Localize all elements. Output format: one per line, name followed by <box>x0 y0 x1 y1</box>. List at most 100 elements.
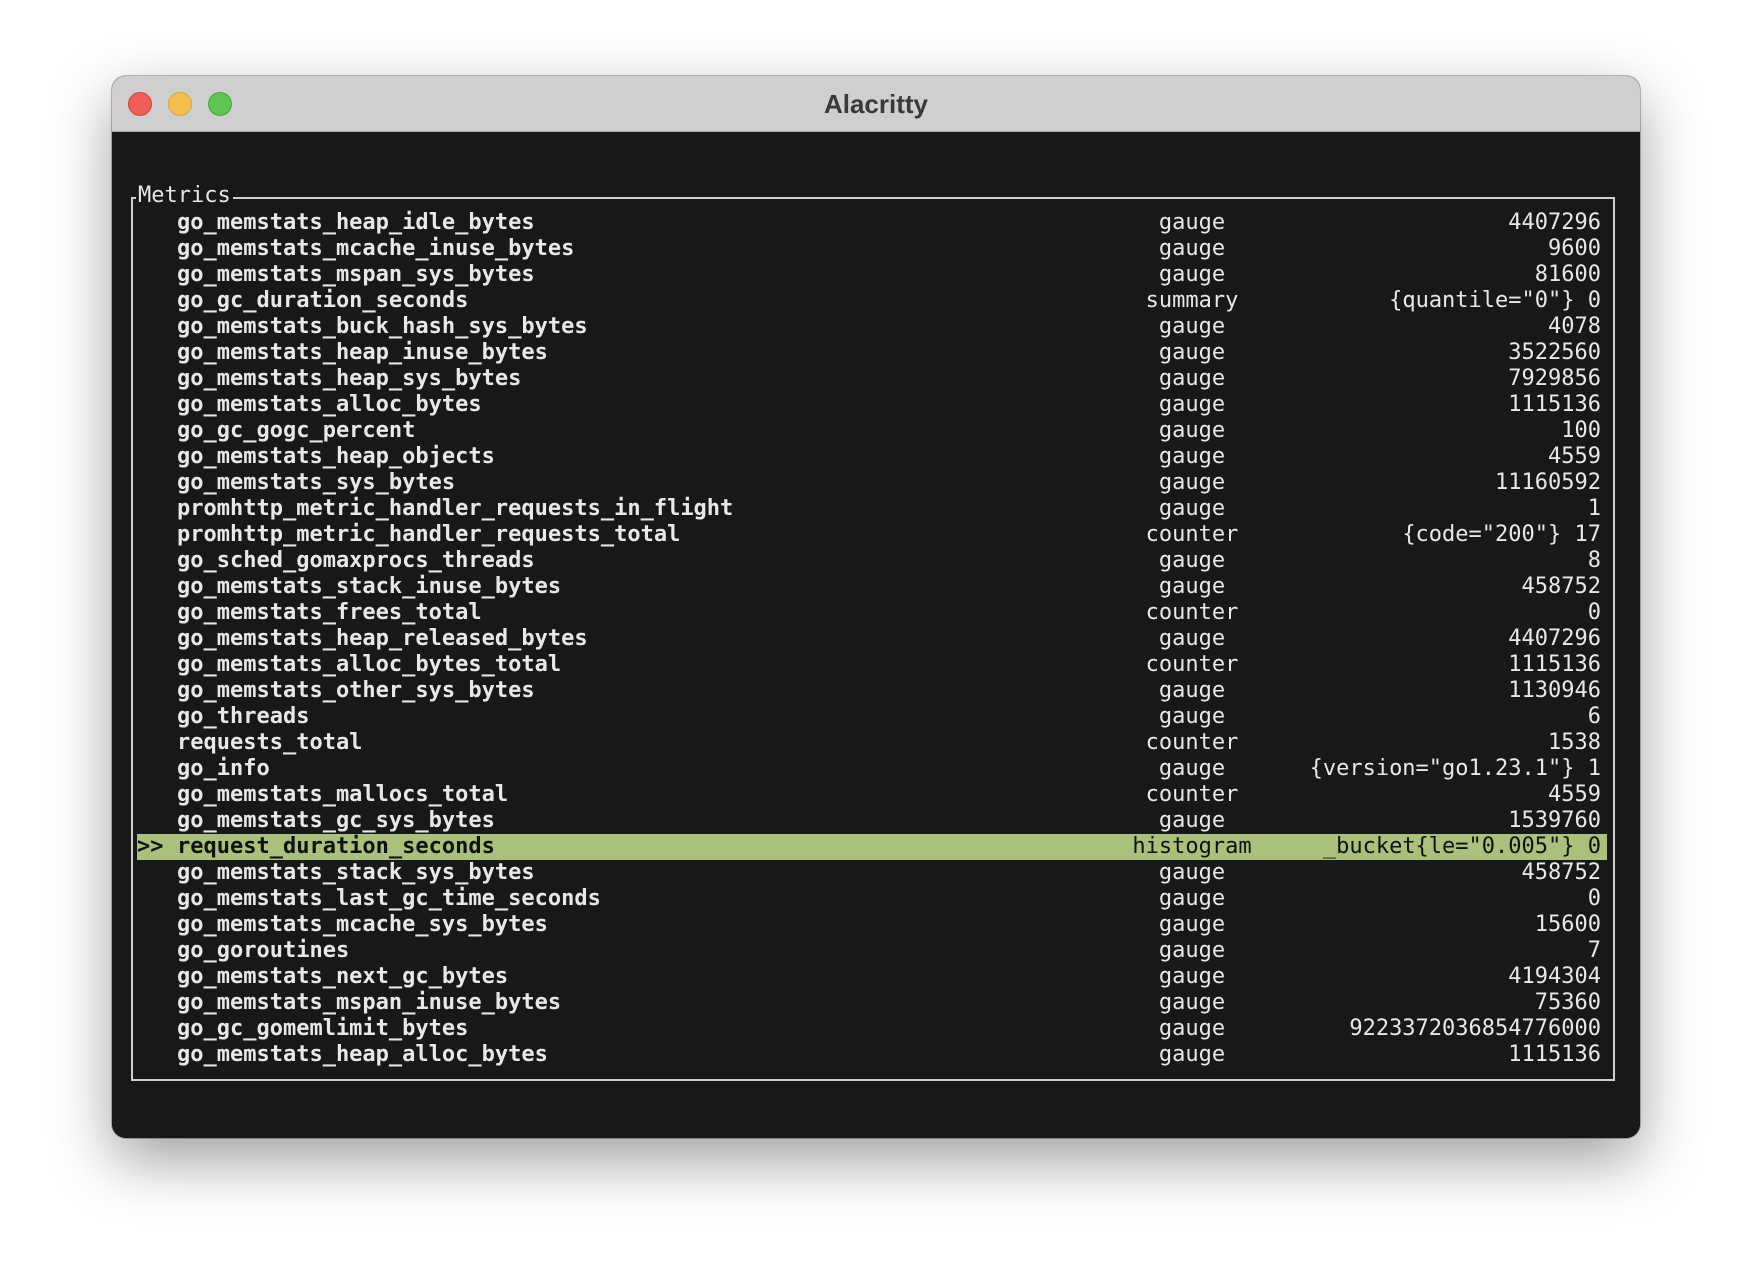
metric-row[interactable]: go_memstats_heap_idle_bytes gauge 4407296 <box>137 210 1607 236</box>
metric-row[interactable]: go_memstats_alloc_bytes gauge 1115136 <box>137 392 1607 418</box>
metric-row[interactable]: go_threads gauge 6 <box>137 704 1607 730</box>
metric-row[interactable]: go_memstats_heap_released_bytes gauge 4407… <box>137 626 1607 652</box>
metric-row[interactable]: go_gc_duration_seconds summary {quantile="… <box>137 288 1607 314</box>
metric-value: 4559 <box>1548 444 1601 469</box>
metric-row[interactable]: go_memstats_gc_sys_bytes gauge 1539760 <box>137 808 1607 834</box>
selection-marker: >> <box>137 834 164 859</box>
metric-value: 3522560 <box>1508 340 1601 365</box>
metric-value: {version="go1.23.1"} 1 <box>1309 756 1601 781</box>
metric-value: 4559 <box>1548 782 1601 807</box>
metric-row[interactable]: go_memstats_heap_objects gauge 4559 <box>137 444 1607 470</box>
metrics-list[interactable]: go_memstats_heap_idle_bytes gauge 4407296 g… <box>137 210 1607 1068</box>
metric-name: requests_total <box>177 730 363 755</box>
metric-type: counter <box>1145 652 1239 677</box>
metric-name: go_threads <box>177 704 310 729</box>
metric-name: go_info <box>177 756 270 781</box>
metric-name: go_sched_gomaxprocs_threads <box>177 548 535 573</box>
metric-type: gauge <box>1158 574 1226 599</box>
metric-value: 4078 <box>1548 314 1601 339</box>
metric-name: go_memstats_heap_alloc_bytes <box>177 1042 548 1067</box>
metric-value: 1539760 <box>1508 808 1601 833</box>
title-bar[interactable]: Alacritty <box>112 76 1640 132</box>
metric-value: 81600 <box>1534 262 1601 287</box>
metric-value: 15600 <box>1534 912 1601 937</box>
metric-row[interactable]: go_memstats_mcache_inuse_bytes gauge 9600 <box>137 236 1607 262</box>
metric-row[interactable]: go_goroutines gauge 7 <box>137 938 1607 964</box>
metric-row[interactable]: go_memstats_other_sys_bytes gauge 1130946 <box>137 678 1607 704</box>
metric-type: gauge <box>1158 860 1226 885</box>
metric-row[interactable]: go_memstats_sys_bytes gauge 11160592 <box>137 470 1607 496</box>
metric-row[interactable]: go_memstats_mcache_sys_bytes gauge 15600 <box>137 912 1607 938</box>
metric-value: 8 <box>1587 548 1601 573</box>
metric-type: gauge <box>1158 990 1226 1015</box>
metric-value: 7 <box>1587 938 1601 963</box>
metric-name: go_memstats_gc_sys_bytes <box>177 808 495 833</box>
metric-name: promhttp_metric_handler_requests_in_flig… <box>177 496 734 521</box>
metric-value: {code="200"} 17 <box>1402 522 1601 547</box>
metric-row[interactable]: go_memstats_heap_alloc_bytes gauge 1115136 <box>137 1042 1607 1068</box>
metric-type: gauge <box>1158 886 1226 911</box>
metric-name: go_memstats_heap_inuse_bytes <box>177 340 548 365</box>
metric-value: 4194304 <box>1508 964 1601 989</box>
metric-type: counter <box>1145 522 1239 547</box>
metric-row[interactable]: go_memstats_heap_sys_bytes gauge 7929856 <box>137 366 1607 392</box>
metric-name: go_memstats_next_gc_bytes <box>177 964 509 989</box>
metric-name: go_memstats_heap_released_bytes <box>177 626 588 651</box>
metric-value: 1115136 <box>1508 1042 1601 1067</box>
metric-row[interactable]: go_sched_gomaxprocs_threads gauge 8 <box>137 548 1607 574</box>
metric-row[interactable]: go_memstats_mspan_sys_bytes gauge 81600 <box>137 262 1607 288</box>
metric-row[interactable]: go_info gauge {version="go1.23.1"} 1 <box>137 756 1607 782</box>
metric-type: gauge <box>1158 444 1226 469</box>
metric-row[interactable]: go_memstats_mspan_inuse_bytes gauge 75360 <box>137 990 1607 1016</box>
metric-row[interactable]: requests_total counter 1538 <box>137 730 1607 756</box>
metric-value: 458752 <box>1521 574 1601 599</box>
metric-type: gauge <box>1158 314 1226 339</box>
metric-name: go_memstats_mcache_sys_bytes <box>177 912 548 937</box>
metric-row[interactable]: go_memstats_stack_sys_bytes gauge 458752 <box>137 860 1607 886</box>
metric-type: gauge <box>1158 1016 1226 1041</box>
metric-name: go_memstats_buck_hash_sys_bytes <box>177 314 588 339</box>
metric-type: gauge <box>1158 1042 1226 1067</box>
metric-row[interactable]: go_memstats_frees_total counter 0 <box>137 600 1607 626</box>
metric-name: go_memstats_mspan_sys_bytes <box>177 262 535 287</box>
metric-name: go_memstats_other_sys_bytes <box>177 678 535 703</box>
metric-type: gauge <box>1158 418 1226 443</box>
metric-name: go_memstats_alloc_bytes <box>177 392 482 417</box>
metrics-panel-title: Metrics <box>136 182 233 210</box>
metric-type: gauge <box>1158 236 1226 261</box>
metric-row[interactable]: go_memstats_next_gc_bytes gauge 4194304 <box>137 964 1607 990</box>
metric-value: _bucket{le="0.005"} 0 <box>1322 834 1601 859</box>
metric-row[interactable]: go_memstats_mallocs_total counter 4559 <box>137 782 1607 808</box>
metric-type: gauge <box>1158 340 1226 365</box>
metric-type: gauge <box>1158 756 1226 781</box>
metric-row[interactable]: go_memstats_heap_inuse_bytes gauge 3522560 <box>137 340 1607 366</box>
metric-value: {quantile="0"} 0 <box>1389 288 1601 313</box>
metric-row[interactable]: go_memstats_alloc_bytes_total counter 1115… <box>137 652 1607 678</box>
metric-type: gauge <box>1158 262 1226 287</box>
metric-type: gauge <box>1158 366 1226 391</box>
metric-type: gauge <box>1158 210 1226 235</box>
metric-row[interactable]: go_memstats_stack_inuse_bytes gauge 458752 <box>137 574 1607 600</box>
metric-type: counter <box>1145 782 1239 807</box>
window-title: Alacritty <box>823 89 929 119</box>
metric-value: 7929856 <box>1508 366 1601 391</box>
metric-name: request_duration_seconds <box>177 834 495 859</box>
metric-value: 9223372036854776000 <box>1349 1016 1601 1041</box>
metric-row-selected[interactable]: >> request_duration_seconds histogram _buck… <box>137 834 1607 860</box>
metric-type: gauge <box>1158 964 1226 989</box>
metric-row[interactable]: promhttp_metric_handler_requests_in_flig… <box>137 496 1607 522</box>
metric-type: gauge <box>1158 496 1226 521</box>
metric-type: counter <box>1145 730 1239 755</box>
metric-row[interactable]: go_gc_gogc_percent gauge 100 <box>137 418 1607 444</box>
terminal-area[interactable]: Metrics go_memstats_heap_idle_bytes gauge… <box>112 132 1640 1138</box>
metric-row[interactable]: go_memstats_buck_hash_sys_bytes gauge 4078 <box>137 314 1607 340</box>
metric-row[interactable]: promhttp_metric_handler_requests_total co… <box>137 522 1607 548</box>
metric-name: go_memstats_alloc_bytes_total <box>177 652 562 677</box>
metric-row[interactable]: go_memstats_last_gc_time_seconds gauge 0 <box>137 886 1607 912</box>
metric-type: gauge <box>1158 938 1226 963</box>
metric-type: gauge <box>1158 678 1226 703</box>
metric-type: histogram <box>1132 834 1252 859</box>
metric-name: go_memstats_mcache_inuse_bytes <box>177 236 575 261</box>
metric-row[interactable]: go_gc_gomemlimit_bytes gauge 9223372036854… <box>137 1016 1607 1042</box>
metric-value: 11160592 <box>1495 470 1601 495</box>
